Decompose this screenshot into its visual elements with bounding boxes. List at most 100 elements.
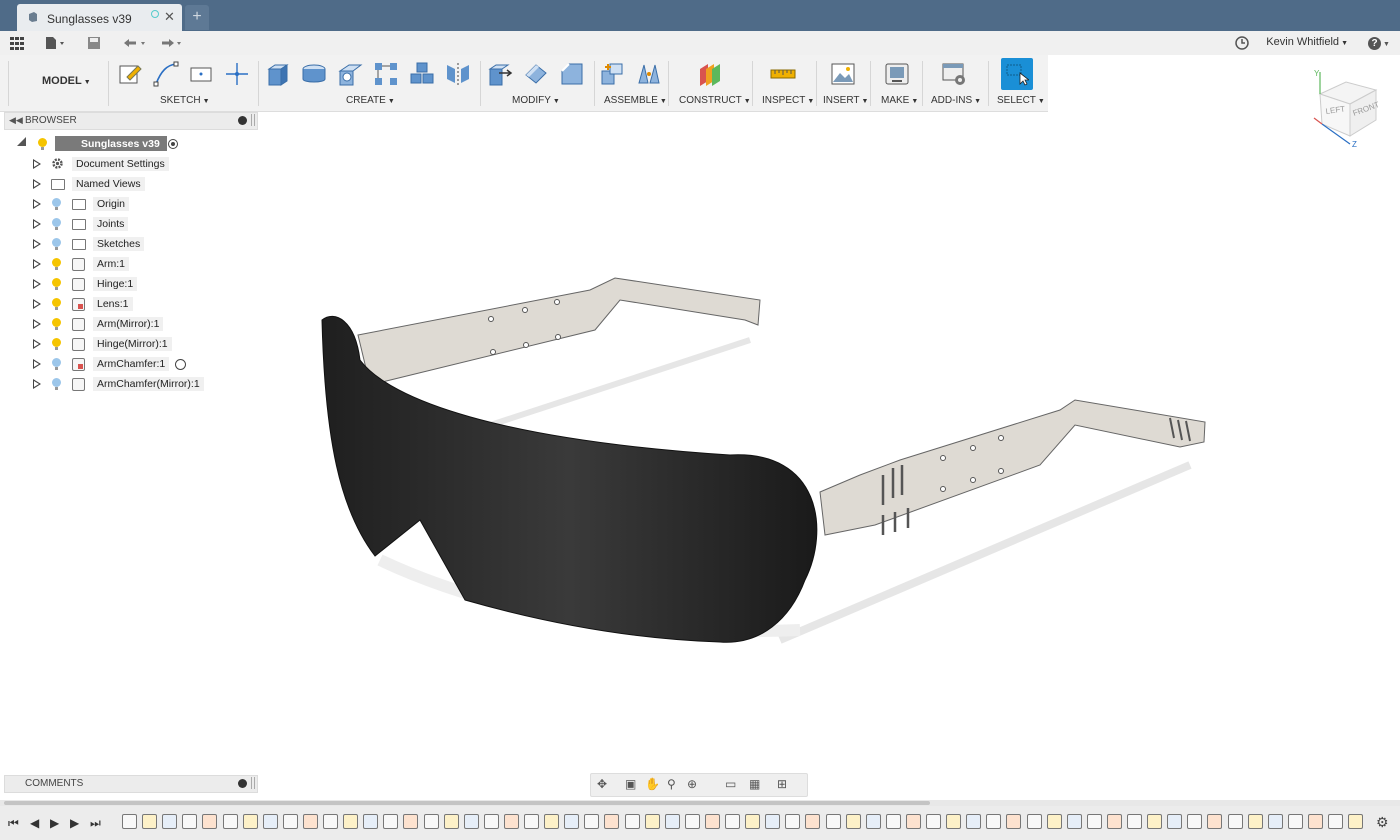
visibility-bulb-icon[interactable] [52, 198, 61, 210]
timeline-feature-icon[interactable] [1147, 814, 1163, 829]
save-icon[interactable] [86, 34, 102, 52]
timeline-feature-icon[interactable] [162, 814, 178, 829]
timeline-feature-icon[interactable] [805, 814, 821, 829]
timeline-feature-icon[interactable] [242, 814, 258, 829]
timeline-feature-icon[interactable] [1127, 814, 1142, 829]
3d-print-icon[interactable] [884, 61, 910, 87]
new-component-icon[interactable] [599, 61, 625, 87]
press-pull-icon[interactable] [487, 61, 513, 87]
workspace-switcher[interactable]: MODEL ▼ [42, 75, 91, 87]
addins-menu[interactable]: ADD-INS ▼ [931, 95, 981, 106]
timeline-feature-icon[interactable] [785, 814, 801, 829]
activate-radio-icon[interactable] [175, 359, 186, 370]
right-arm[interactable] [819, 399, 1206, 536]
display-settings-icon[interactable]: ▭ [725, 777, 736, 791]
timeline-feature-icon[interactable] [865, 814, 881, 829]
timeline-feature-icon[interactable] [1187, 814, 1203, 829]
hole-icon[interactable] [337, 61, 363, 87]
timeline-feature-icon[interactable] [885, 814, 901, 829]
scrollbar-thumb[interactable] [4, 801, 930, 805]
visibility-bulb-icon[interactable] [52, 258, 61, 270]
visibility-bulb-icon[interactable] [52, 318, 61, 330]
expand-arrow-icon[interactable] [33, 379, 41, 389]
timeline-feature-icon[interactable] [604, 814, 620, 829]
create-form-icon[interactable] [409, 61, 435, 87]
expand-arrow-icon[interactable] [33, 199, 41, 209]
timeline-feature-icon[interactable] [1066, 814, 1082, 829]
orbit-icon[interactable]: ✥ [597, 777, 607, 791]
chamfer-icon[interactable] [559, 61, 585, 87]
go-to-start-icon[interactable]: ⏮ [8, 816, 19, 831]
visibility-bulb-icon[interactable] [38, 138, 47, 150]
undo-icon[interactable] [120, 34, 148, 52]
timeline-feature-icon[interactable] [704, 814, 720, 829]
tree-item-named-views[interactable]: Named Views [0, 174, 250, 194]
timeline-feature-icon[interactable] [1167, 814, 1183, 829]
timeline-settings-gear-icon[interactable]: ⚙ [1376, 814, 1389, 831]
play-icon[interactable]: ▶ [50, 816, 59, 830]
look-at-icon[interactable]: ▣ [625, 777, 636, 791]
timeline-feature-icon[interactable] [664, 814, 680, 829]
insert-menu[interactable]: INSERT ▼ [823, 95, 868, 106]
comments-panel-header[interactable]: COMMENTS [4, 775, 258, 793]
timeline-feature-icon[interactable] [1026, 814, 1042, 829]
tree-item-hinge-mirror[interactable]: Hinge(Mirror):1 [0, 334, 250, 354]
timeline-feature-icon[interactable] [1046, 814, 1062, 829]
timeline-feature-icon[interactable] [323, 814, 338, 829]
timeline-feature-icon[interactable] [1307, 814, 1323, 829]
timeline-feature-icon[interactable] [825, 814, 841, 829]
tree-item-sketches[interactable]: Sketches [0, 234, 250, 254]
fit-zoom-icon[interactable]: ⊕ [687, 777, 697, 791]
tree-item-armchamfer-mirror[interactable]: ArmChamfer(Mirror):1 [0, 374, 250, 394]
expand-arrow-icon[interactable] [33, 339, 41, 349]
timeline-feature-icon[interactable] [1247, 814, 1263, 829]
tree-item-armchamfer[interactable]: ArmChamfer:1 [0, 354, 250, 374]
measure-icon[interactable] [770, 61, 796, 87]
tree-root-row[interactable]: Sunglasses v39 [0, 134, 250, 154]
rectangle-icon[interactable] [188, 61, 214, 87]
timeline-feature-icon[interactable] [282, 814, 298, 829]
tree-item-hinge[interactable]: Hinge:1 [0, 274, 250, 294]
activate-radio-icon[interactable] [168, 139, 178, 149]
zoom-icon[interactable]: ⚲ [667, 777, 676, 791]
visibility-bulb-icon[interactable] [52, 238, 61, 250]
visibility-bulb-icon[interactable] [52, 378, 61, 390]
scripts-addins-icon[interactable] [941, 61, 967, 87]
tree-item-lens[interactable]: Lens:1 [0, 294, 250, 314]
document-tab[interactable]: Sunglasses v39 ✕ [17, 4, 182, 31]
timeline-feature-icon[interactable] [1328, 814, 1343, 829]
timeline-feature-icon[interactable] [262, 814, 278, 829]
timeline-feature-icon[interactable] [423, 814, 439, 829]
timeline-feature-icon[interactable] [624, 814, 640, 829]
create-sketch-icon[interactable] [117, 61, 143, 87]
modify-menu[interactable]: MODIFY ▼ [512, 95, 560, 106]
add-comment-icon[interactable] [238, 779, 247, 788]
select-tool-button[interactable] [1001, 58, 1033, 90]
visibility-bulb-icon[interactable] [52, 298, 61, 310]
panel-pin-handle[interactable] [251, 777, 255, 789]
grid-settings-icon[interactable]: ▦ [749, 777, 760, 791]
job-status-clock-icon[interactable] [1234, 34, 1250, 52]
timeline-feature-icon[interactable] [644, 814, 660, 829]
timeline-feature-icon[interactable] [1348, 814, 1364, 829]
step-back-icon[interactable]: ◀ [30, 816, 39, 830]
timeline-feature-icon[interactable] [222, 814, 238, 829]
timeline-feature-icon[interactable] [1207, 814, 1223, 829]
fillet-icon[interactable] [523, 61, 549, 87]
point-icon[interactable] [224, 61, 250, 87]
browser-options-icon[interactable] [238, 116, 247, 125]
view-cube[interactable]: LEFT FRONT Y Z [1310, 68, 1390, 148]
timeline-feature-icon[interactable] [946, 814, 962, 829]
viewport-3d-model[interactable] [300, 260, 1220, 660]
timeline-feature-icon[interactable] [463, 814, 479, 829]
tree-item-origin[interactable]: Origin [0, 194, 250, 214]
collapse-panel-icon[interactable]: ◀◀ [9, 115, 23, 126]
pan-hand-icon[interactable]: ✋ [645, 777, 660, 791]
timeline-feature-icon[interactable] [1267, 814, 1283, 829]
timeline-feature-icon[interactable] [122, 814, 137, 829]
visibility-bulb-icon[interactable] [52, 338, 61, 350]
timeline-feature-icon[interactable] [765, 814, 781, 829]
spline-icon[interactable] [153, 61, 179, 87]
select-menu[interactable]: SELECT ▼ [997, 95, 1045, 106]
visibility-bulb-icon[interactable] [52, 358, 61, 370]
